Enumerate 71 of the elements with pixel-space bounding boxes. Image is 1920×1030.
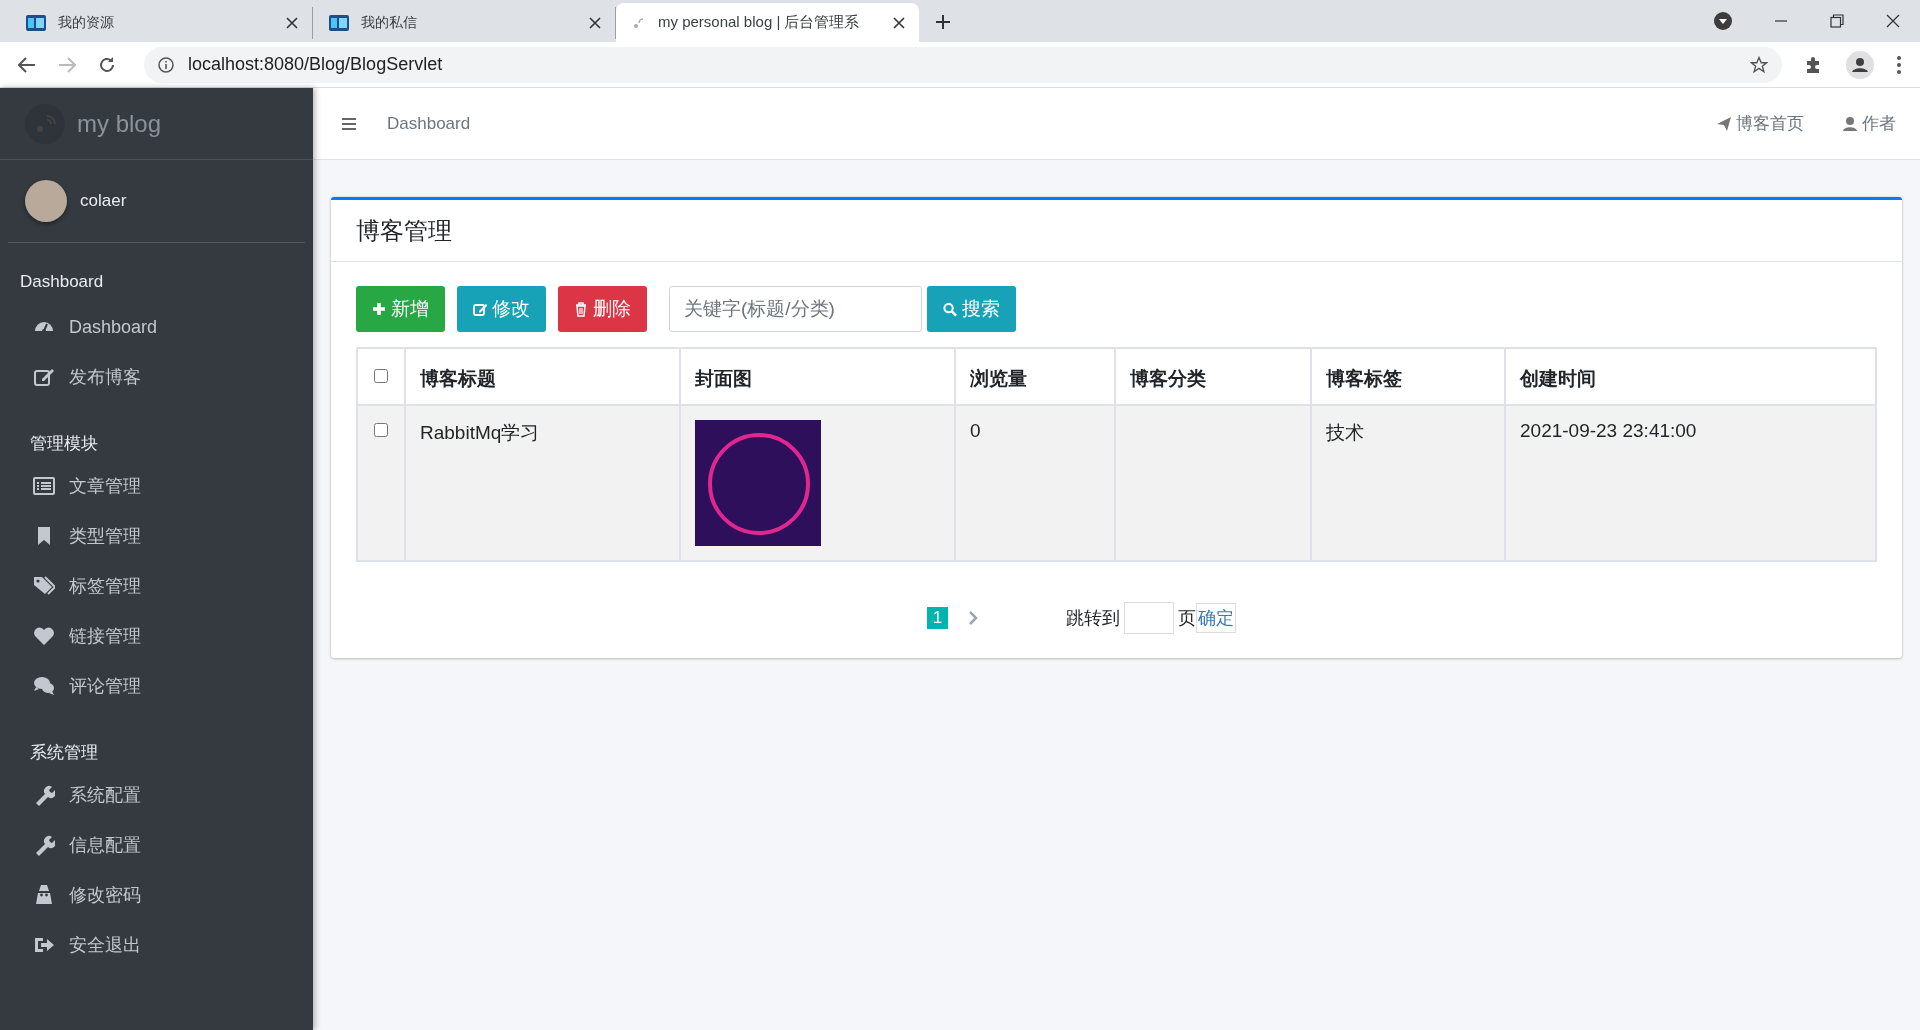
avatar xyxy=(25,180,67,222)
sidebar-item[interactable]: 发布博客 xyxy=(0,352,313,402)
menu-icon[interactable] xyxy=(341,116,357,131)
close-icon[interactable] xyxy=(589,17,601,29)
column-header: 创建时间 xyxy=(1505,348,1876,405)
sidebar-item[interactable]: 修改密码 xyxy=(0,870,313,920)
heart-icon xyxy=(33,625,55,647)
info-icon xyxy=(158,56,174,73)
confirm-link[interactable]: 确定 xyxy=(1196,603,1237,633)
brand-name[interactable]: my blog xyxy=(77,109,162,138)
comments-icon xyxy=(33,675,55,697)
user-icon xyxy=(1842,115,1858,132)
select-all-checkbox[interactable] xyxy=(374,369,388,383)
header-link[interactable]: 作者 xyxy=(1842,112,1896,135)
dropdown-icon[interactable] xyxy=(1714,12,1732,30)
browser-tab[interactable]: 我的私信 xyxy=(313,7,616,39)
table-cell: 技术 xyxy=(1311,405,1505,561)
reload-icon[interactable] xyxy=(98,55,116,74)
address-bar[interactable]: localhost:8080/Blog/BlogServlet xyxy=(144,46,1782,83)
page-unit-label: 页 xyxy=(1178,607,1197,630)
sidebar-item[interactable]: 系统配置 xyxy=(0,770,313,820)
site-logo-icon xyxy=(329,14,349,32)
sidebar-item[interactable]: 信息配置 xyxy=(0,820,313,870)
star-icon[interactable] xyxy=(1750,55,1768,74)
table-cell: 2021-09-23 23:41:00 xyxy=(1505,405,1876,561)
edit-icon xyxy=(33,366,55,388)
header-link[interactable]: 博客首页 xyxy=(1716,112,1804,135)
sidebar-item[interactable]: Dashboard xyxy=(0,302,313,352)
sidebar-item[interactable]: 标签管理 xyxy=(0,561,313,611)
user-name: colaer xyxy=(80,191,127,211)
more-icon[interactable] xyxy=(1896,54,1902,75)
site-logo-icon xyxy=(26,14,46,32)
sidebar-item[interactable]: 链接管理 xyxy=(0,611,313,661)
delete-button[interactable]: 删除 xyxy=(558,286,647,332)
browser-tab[interactable]: my personal blog | 后台管理系 xyxy=(616,3,919,42)
breadcrumb-link[interactable]: Dashboard xyxy=(387,113,471,134)
browser-tab[interactable]: 我的资源 xyxy=(10,7,313,39)
sidebar-item[interactable]: 类型管理 xyxy=(0,511,313,561)
table-cell: 0 xyxy=(955,405,1115,561)
list-icon xyxy=(33,475,55,497)
column-header: 博客标题 xyxy=(405,348,680,405)
trash-icon xyxy=(574,301,588,317)
row-checkbox[interactable] xyxy=(374,423,388,437)
tab-title: my personal blog | 后台管理系 xyxy=(658,13,861,32)
url-text: localhost:8080/Blog/BlogServlet xyxy=(188,54,443,75)
jump-label: 跳转到 xyxy=(1066,607,1121,630)
plus-icon xyxy=(372,301,386,317)
restore-icon[interactable] xyxy=(1830,14,1844,28)
column-header: 封面图 xyxy=(680,348,955,405)
tab-title: 我的资源 xyxy=(58,14,115,32)
page-number-field[interactable] xyxy=(1124,602,1175,634)
section-heading: Dashboard xyxy=(19,271,105,293)
section-heading: 系统管理 xyxy=(29,742,99,764)
sidebar-item[interactable]: 文章管理 xyxy=(0,461,313,511)
close-icon[interactable] xyxy=(286,17,298,29)
table-cell: RabbitMq学习 xyxy=(405,405,680,561)
new-tab-icon[interactable] xyxy=(935,14,951,30)
sidebar-item[interactable]: 安全退出 xyxy=(0,920,313,970)
tag-icon xyxy=(33,575,55,597)
profile-icon[interactable] xyxy=(1846,50,1874,79)
section-heading: 管理模块 xyxy=(29,433,99,455)
back-icon[interactable] xyxy=(18,56,36,73)
search-field[interactable]: 关键字(标题/分类) xyxy=(669,286,922,332)
send-icon xyxy=(1716,115,1732,132)
close-icon[interactable] xyxy=(893,16,905,29)
edit-icon xyxy=(473,301,487,317)
tab-title: 我的私信 xyxy=(361,14,418,32)
panel-title: 博客管理 xyxy=(331,200,1902,262)
search-icon xyxy=(943,301,957,317)
close-icon[interactable] xyxy=(1886,14,1900,28)
sidebar-item[interactable]: 评论管理 xyxy=(0,661,313,711)
